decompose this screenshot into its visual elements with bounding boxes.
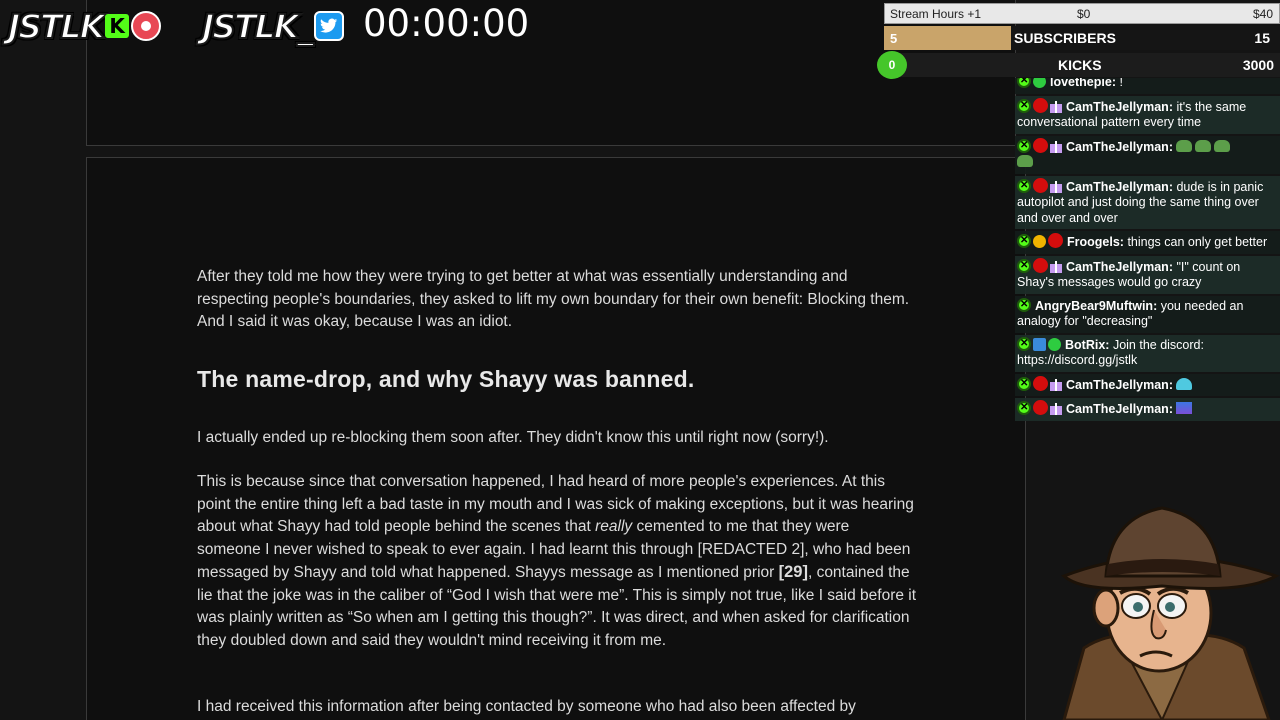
subscribers-label: SUBSCRIBERS — [1014, 30, 1116, 46]
subscribers-count: 5 — [890, 30, 898, 46]
stream-hours-max: $40 — [1252, 6, 1273, 21]
gift-badge-icon — [1050, 378, 1062, 391]
red-badge-icon — [1033, 97, 1048, 113]
record-icon — [131, 11, 162, 41]
streamer-avatar — [1061, 506, 1280, 720]
kick-icon: K — [105, 14, 130, 38]
red-badge-icon — [1033, 257, 1048, 273]
sub-badge-icon — [1033, 78, 1046, 88]
verified-badge-icon — [1048, 337, 1061, 351]
stream-timer: 00:00:00 — [363, 2, 530, 45]
chat-username: CamTheJellyman: — [1066, 99, 1173, 114]
kick-badge-icon — [1017, 178, 1031, 193]
kick-logo: JSTLK K — [7, 4, 162, 48]
kick-badge-icon — [1017, 98, 1031, 113]
doc-paragraph-4: I had received this information after be… — [197, 698, 856, 715]
chat-message: BotRix: Join the discord: https://discor… — [1015, 334, 1280, 372]
kick-badge-icon — [1017, 138, 1031, 153]
kicks-count: 0 — [877, 51, 907, 79]
gift-badge-icon — [1050, 260, 1062, 273]
bot-badge-icon — [1033, 337, 1046, 351]
chat-username: Froogels: — [1067, 235, 1124, 249]
kick-badge-icon — [1017, 297, 1031, 312]
doc-section-heading: The name-drop, and why Shayy was banned. — [197, 366, 695, 392]
stream-hours-min: $0 — [1077, 6, 1091, 21]
twitter-logo: JSTLK_ — [201, 4, 344, 48]
kick-logo-text: JSTLK — [7, 6, 106, 47]
subscribers-goal: 15 — [1254, 30, 1270, 46]
kick-badge-icon — [1017, 400, 1031, 416]
chat-username: BotRix: — [1065, 337, 1110, 352]
kicks-goal: 3000 — [1242, 57, 1274, 73]
stream-goals-panel: Stream Hours +1 $0 $40 5 SUBSCRIBERS 15 … — [877, 3, 1280, 79]
doc-paragraph-1: After they told me how they were trying … — [197, 268, 910, 330]
frog-emote-icon — [1017, 155, 1033, 167]
dance-emote-icon — [1176, 402, 1193, 414]
gift-badge-icon — [1050, 100, 1062, 113]
gift-badge-icon — [1050, 180, 1062, 193]
kick-badge-icon — [1017, 376, 1031, 391]
chat-overlay: lovethepie: ! CamTheJellyman: it's the s… — [1015, 78, 1280, 440]
doc-emphasis: really — [595, 518, 633, 535]
doc-paragraph-2: I actually ended up re-blocking them soo… — [197, 429, 829, 446]
subscribers-progress-fill — [884, 26, 1011, 50]
chat-message: CamTheJellyman: — [1015, 398, 1280, 421]
chat-message: CamTheJellyman: it's the same conversati… — [1015, 95, 1280, 134]
subscribers-goal-bar: 5 SUBSCRIBERS 15 — [884, 26, 1280, 50]
twitter-icon — [313, 11, 344, 41]
stream-hours-bar: Stream Hours +1 $0 $40 — [884, 3, 1280, 24]
gift-badge-icon — [1050, 403, 1062, 415]
kick-badge-icon — [1017, 336, 1031, 351]
chat-username: CamTheJellyman: — [1066, 377, 1173, 392]
chat-username: CamTheJellyman: — [1066, 402, 1173, 416]
citation-link[interactable]: [29] — [779, 563, 808, 581]
kicks-label: KICKS — [1058, 57, 1102, 73]
chat-message: Froogels: things can only get better — [1015, 231, 1280, 254]
red-badge-icon — [1033, 177, 1048, 193]
chat-message: AngryBear9Muftwin: you needed an analogy… — [1015, 295, 1280, 333]
red-badge-icon — [1048, 233, 1063, 248]
gift-badge-icon — [1050, 140, 1062, 153]
twitter-logo-text: JSTLK_ — [201, 6, 315, 47]
kick-badge-icon — [1017, 258, 1031, 273]
frog-emote-icon — [1176, 139, 1193, 152]
gold-badge-icon — [1033, 235, 1046, 248]
chat-text: ! — [1119, 78, 1123, 89]
chat-message: lovethepie: ! — [1015, 78, 1280, 94]
chat-message: CamTheJellyman: dude is in panic autopil… — [1015, 175, 1280, 229]
chat-username: CamTheJellyman: — [1066, 259, 1173, 274]
chat-message: CamTheJellyman: "I" count on Shay's mess… — [1015, 255, 1280, 294]
ghost-emote-icon — [1176, 377, 1193, 390]
kicks-goal-bar: 0 KICKS 3000 — [877, 51, 1280, 79]
chat-username: AngryBear9Muftwin: — [1035, 298, 1158, 313]
frog-emote-icon — [1214, 139, 1231, 152]
chat-text: things can only get better — [1127, 235, 1268, 249]
red-badge-icon — [1033, 375, 1048, 391]
chat-message: CamTheJellyman: — [1015, 373, 1280, 396]
chat-message: CamTheJellyman: — [1015, 135, 1280, 174]
chat-username: lovethepie: — [1050, 78, 1116, 89]
stream-hours-label: Stream Hours +1 — [890, 6, 982, 21]
doc-paragraph-3: This is because since that conversation … — [197, 471, 917, 652]
kick-badge-icon — [1017, 78, 1031, 89]
chat-username: CamTheJellyman: — [1066, 139, 1173, 154]
kick-badge-icon — [1017, 233, 1031, 249]
chat-username: CamTheJellyman: — [1066, 179, 1173, 194]
red-badge-icon — [1033, 137, 1048, 153]
frog-emote-icon — [1195, 139, 1212, 152]
red-badge-icon — [1033, 400, 1048, 415]
